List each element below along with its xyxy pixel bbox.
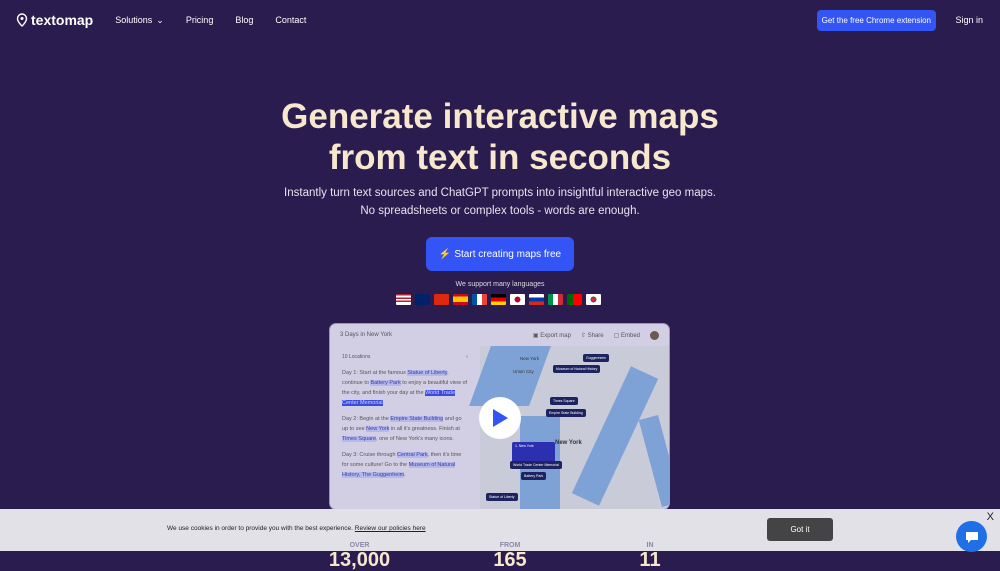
chat-button[interactable] (956, 521, 987, 552)
nav-solutions[interactable]: Solutions ⌄ (115, 15, 164, 26)
hero-subtitle: Instantly turn text sources and ChatGPT … (284, 187, 716, 217)
chrome-extension-button[interactable]: Get the free Chrome extension (816, 10, 936, 31)
logo[interactable]: textomap (16, 12, 93, 28)
languages-label: We support many languages (455, 281, 545, 288)
flag-ru (529, 294, 544, 305)
logo-text: textomap (31, 12, 94, 28)
start-creating-button[interactable]: ⚡ Start creating maps free (426, 237, 574, 271)
video-header: 3 Days in New York ▣ Export map ⇧ Share ▢ … (330, 324, 669, 346)
map-tag: Statue of Liberty (486, 493, 518, 501)
flag-de (491, 294, 506, 305)
chat-icon (965, 531, 978, 543)
cookie-message: We use cookies in order to provide you w… (167, 525, 426, 532)
flag-it (548, 294, 563, 305)
sign-in-link[interactable]: Sign in (955, 15, 983, 25)
map-title: 3 Days in New York (340, 332, 393, 338)
nav-contact[interactable]: Contact (275, 15, 306, 25)
flag-us (396, 294, 411, 305)
lightning-icon: ⚡ (438, 248, 452, 260)
flag-list (396, 294, 601, 305)
flag-fr (472, 294, 487, 305)
top-nav: textomap Solutions ⌄ Pricing Blog Contact… (0, 0, 1000, 40)
play-icon (493, 409, 508, 427)
got-it-button[interactable]: Got it (767, 518, 833, 541)
map-tag: Battery Park (521, 472, 547, 480)
map-tag: Guggenheim (583, 354, 610, 362)
cookie-banner: We use cookies in order to provide you w… (0, 509, 1000, 551)
play-button[interactable] (479, 397, 521, 439)
avatar (650, 330, 659, 340)
flag-kr (586, 294, 601, 305)
nav-pricing[interactable]: Pricing (186, 15, 214, 25)
nav-blog[interactable]: Blog (235, 15, 253, 25)
flag-es (453, 294, 468, 305)
map-tag: World Trade Center Memorial (510, 461, 562, 469)
itinerary-text: 10 Locations ‹ Day 1: Start at the famous… (342, 354, 468, 478)
share-button: ⇧ Share (580, 332, 604, 339)
flag-jp (510, 294, 525, 305)
map-pin-icon (16, 13, 28, 27)
policy-link[interactable]: Review our policies here (355, 525, 426, 532)
map-tag: Times Square (550, 397, 578, 405)
demo-video[interactable]: 3 Days in New York ▣ Export map ⇧ Share ▢ … (329, 323, 670, 510)
locations-count: 10 Locations (342, 354, 371, 360)
map-tag: Empire State Building (546, 409, 586, 417)
flag-cn (434, 294, 449, 305)
collapse-icon: ‹ (466, 354, 468, 360)
chevron-down-icon: ⌄ (156, 14, 164, 25)
map-popup: 1. New York (512, 442, 555, 462)
flag-gb (415, 294, 430, 305)
export-map-button: ▣ Export map (532, 332, 571, 339)
hero-title: Generate interactive maps from text in se… (281, 97, 719, 177)
close-icon[interactable]: X (987, 511, 994, 523)
flag-pt (567, 294, 582, 305)
embed-button: ▢ Embed (613, 332, 640, 339)
map-tag: Museum of Natural History (553, 365, 601, 373)
